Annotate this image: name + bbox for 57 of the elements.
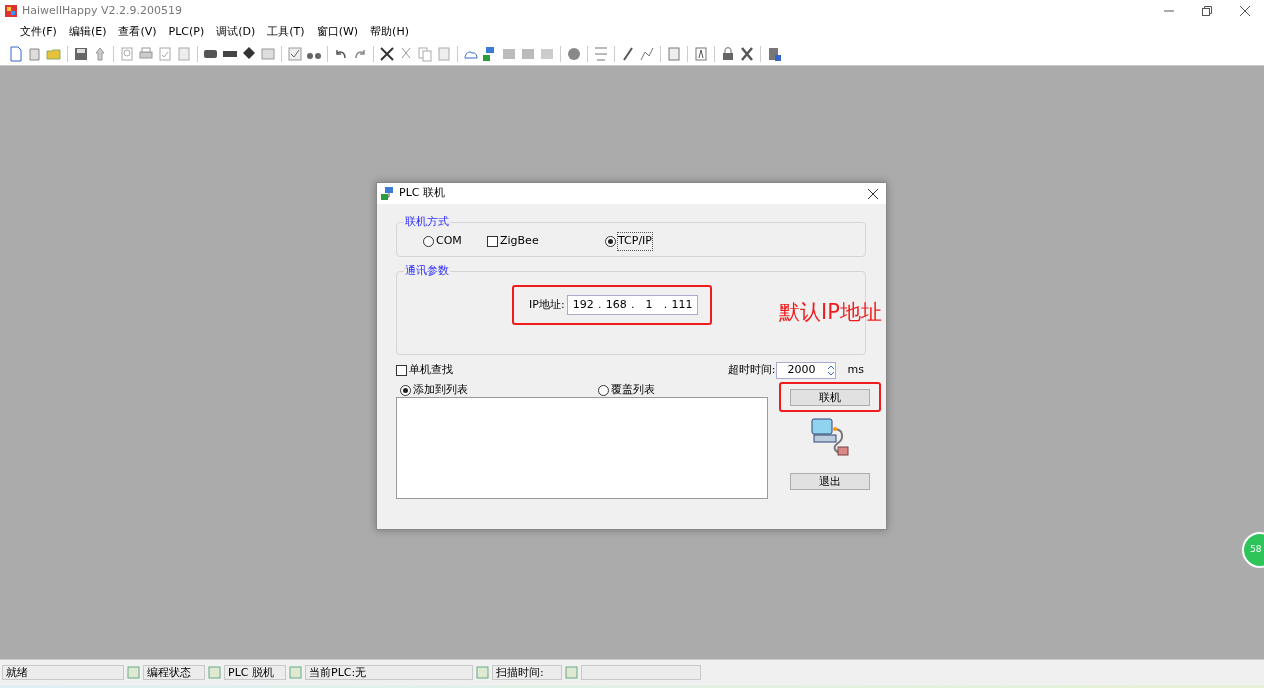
connect-button[interactable]: 联机: [790, 388, 870, 406]
status-icon: [476, 666, 489, 679]
radio-option[interactable]: COM: [423, 233, 487, 250]
radio-option[interactable]: 添加到列表: [396, 383, 594, 397]
menu-item[interactable]: 帮助(H): [364, 23, 415, 41]
menu-item[interactable]: 文件(F): [14, 23, 63, 41]
single-search-checkbox[interactable]: 单机查找: [396, 361, 453, 379]
checklist-icon[interactable]: [287, 45, 303, 62]
status-icon: [208, 666, 221, 679]
status-panel: 扫描时间:: [492, 665, 562, 680]
menu-item[interactable]: 查看(V): [112, 23, 163, 41]
window-title: HaiwellHappy V2.2.9.200519: [22, 2, 182, 19]
ip-label: IP地址:: [529, 296, 565, 313]
annotation-text: 默认IP地址: [779, 299, 882, 326]
timeout-spinbox[interactable]: 2000: [775, 361, 836, 379]
group-title: 通讯参数: [404, 264, 450, 278]
spin-arrows-icon[interactable]: [826, 363, 835, 377]
status-panel: 当前PLC:无: [305, 665, 473, 680]
diamond-icon[interactable]: [241, 45, 257, 62]
checkbox-option[interactable]: ZigBee: [487, 233, 605, 250]
menu-item[interactable]: 调试(D): [210, 23, 262, 41]
menu-item[interactable]: 工具(T): [261, 23, 311, 41]
unit-label: ms: [847, 361, 864, 378]
app-icon: [4, 4, 18, 18]
dialog-title: PLC 联机: [399, 185, 445, 202]
new-file-icon[interactable]: [8, 45, 24, 62]
status-icon: [127, 666, 140, 679]
cross-icon[interactable]: [739, 45, 755, 62]
radio-option[interactable]: 覆盖列表: [594, 383, 764, 397]
menu-item[interactable]: 窗口(W): [310, 23, 365, 41]
print-icon[interactable]: [138, 45, 154, 62]
copy-icon[interactable]: [417, 45, 433, 62]
status-icon: [565, 666, 578, 679]
status-icon: [289, 666, 302, 679]
network-icon: [381, 186, 395, 201]
exit-button[interactable]: 退出: [790, 473, 870, 490]
status-panel: PLC 脱机: [224, 665, 286, 680]
lock-icon[interactable]: [720, 45, 736, 62]
status-panel: 编程状态: [143, 665, 205, 680]
close-icon[interactable]: [1240, 6, 1250, 16]
computer-cable-icon: [810, 417, 850, 457]
cross-icon[interactable]: [379, 45, 395, 62]
device-list[interactable]: [396, 397, 768, 499]
ip-address-field[interactable]: 192 . 168 . 1 . 111: [567, 295, 698, 315]
group-title: 联机方式: [404, 215, 450, 229]
disc-icon[interactable]: [566, 45, 582, 62]
menu-item[interactable]: 编辑(E): [62, 23, 113, 41]
document-check-icon[interactable]: [157, 45, 173, 62]
restore-icon[interactable]: [1202, 6, 1212, 16]
menu-item[interactable]: PLC(P): [162, 23, 211, 41]
save-icon[interactable]: [73, 45, 89, 62]
radio-option[interactable]: TCP/IP: [605, 233, 652, 250]
status-panel: 就绪: [2, 665, 124, 680]
paste-icon[interactable]: [436, 45, 452, 62]
timeout-label: 超时时间:: [727, 361, 776, 378]
upload-icon[interactable]: [92, 45, 108, 62]
document-icon[interactable]: [176, 45, 192, 62]
